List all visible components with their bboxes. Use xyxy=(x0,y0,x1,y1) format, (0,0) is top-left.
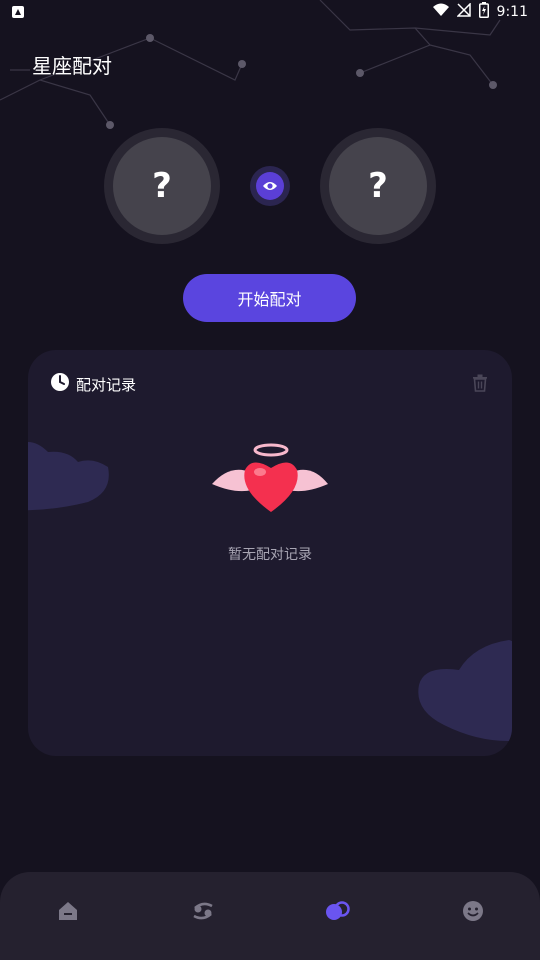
right-zodiac-slot[interactable]: ? xyxy=(320,128,436,244)
status-bar: 9:11 xyxy=(0,0,540,24)
empty-record-text: 暂无配对记录 xyxy=(228,547,312,563)
record-title: 配对记录 xyxy=(76,375,137,394)
clock-icon xyxy=(50,372,70,396)
nav-item-pair[interactable] xyxy=(298,883,378,943)
smiley-icon xyxy=(462,900,484,926)
page-title: 星座配对 xyxy=(32,54,112,78)
nav-item-profile[interactable] xyxy=(433,883,513,943)
bottom-nav xyxy=(0,872,540,960)
pairing-record-card: 配对记录 暂无配对记录 xyxy=(28,350,512,756)
pair-icon xyxy=(325,900,351,926)
record-header: 配对记录 xyxy=(50,372,136,396)
pair-link-badge xyxy=(250,166,290,206)
no-sim-icon xyxy=(455,2,471,21)
right-zodiac-placeholder: ? xyxy=(329,137,427,235)
nav-item-zodiac[interactable] xyxy=(163,883,243,943)
delete-icon[interactable] xyxy=(472,374,488,396)
winged-heart-illustration xyxy=(212,443,328,512)
eye-icon xyxy=(256,172,284,200)
left-zodiac-placeholder: ? xyxy=(113,137,211,235)
start-pairing-button[interactable]: 开始配对 xyxy=(183,274,356,322)
status-time: 9:11 xyxy=(496,4,528,20)
cancer-zodiac-icon xyxy=(191,900,215,926)
left-zodiac-slot[interactable]: ? xyxy=(104,128,220,244)
cloud-decoration-left xyxy=(28,442,109,511)
battery-icon xyxy=(478,2,489,22)
home-icon xyxy=(57,900,79,926)
nav-item-home[interactable] xyxy=(28,883,108,943)
app-notification-icon xyxy=(12,6,24,18)
wifi-icon xyxy=(432,3,449,21)
cloud-decoration-right xyxy=(418,640,512,741)
